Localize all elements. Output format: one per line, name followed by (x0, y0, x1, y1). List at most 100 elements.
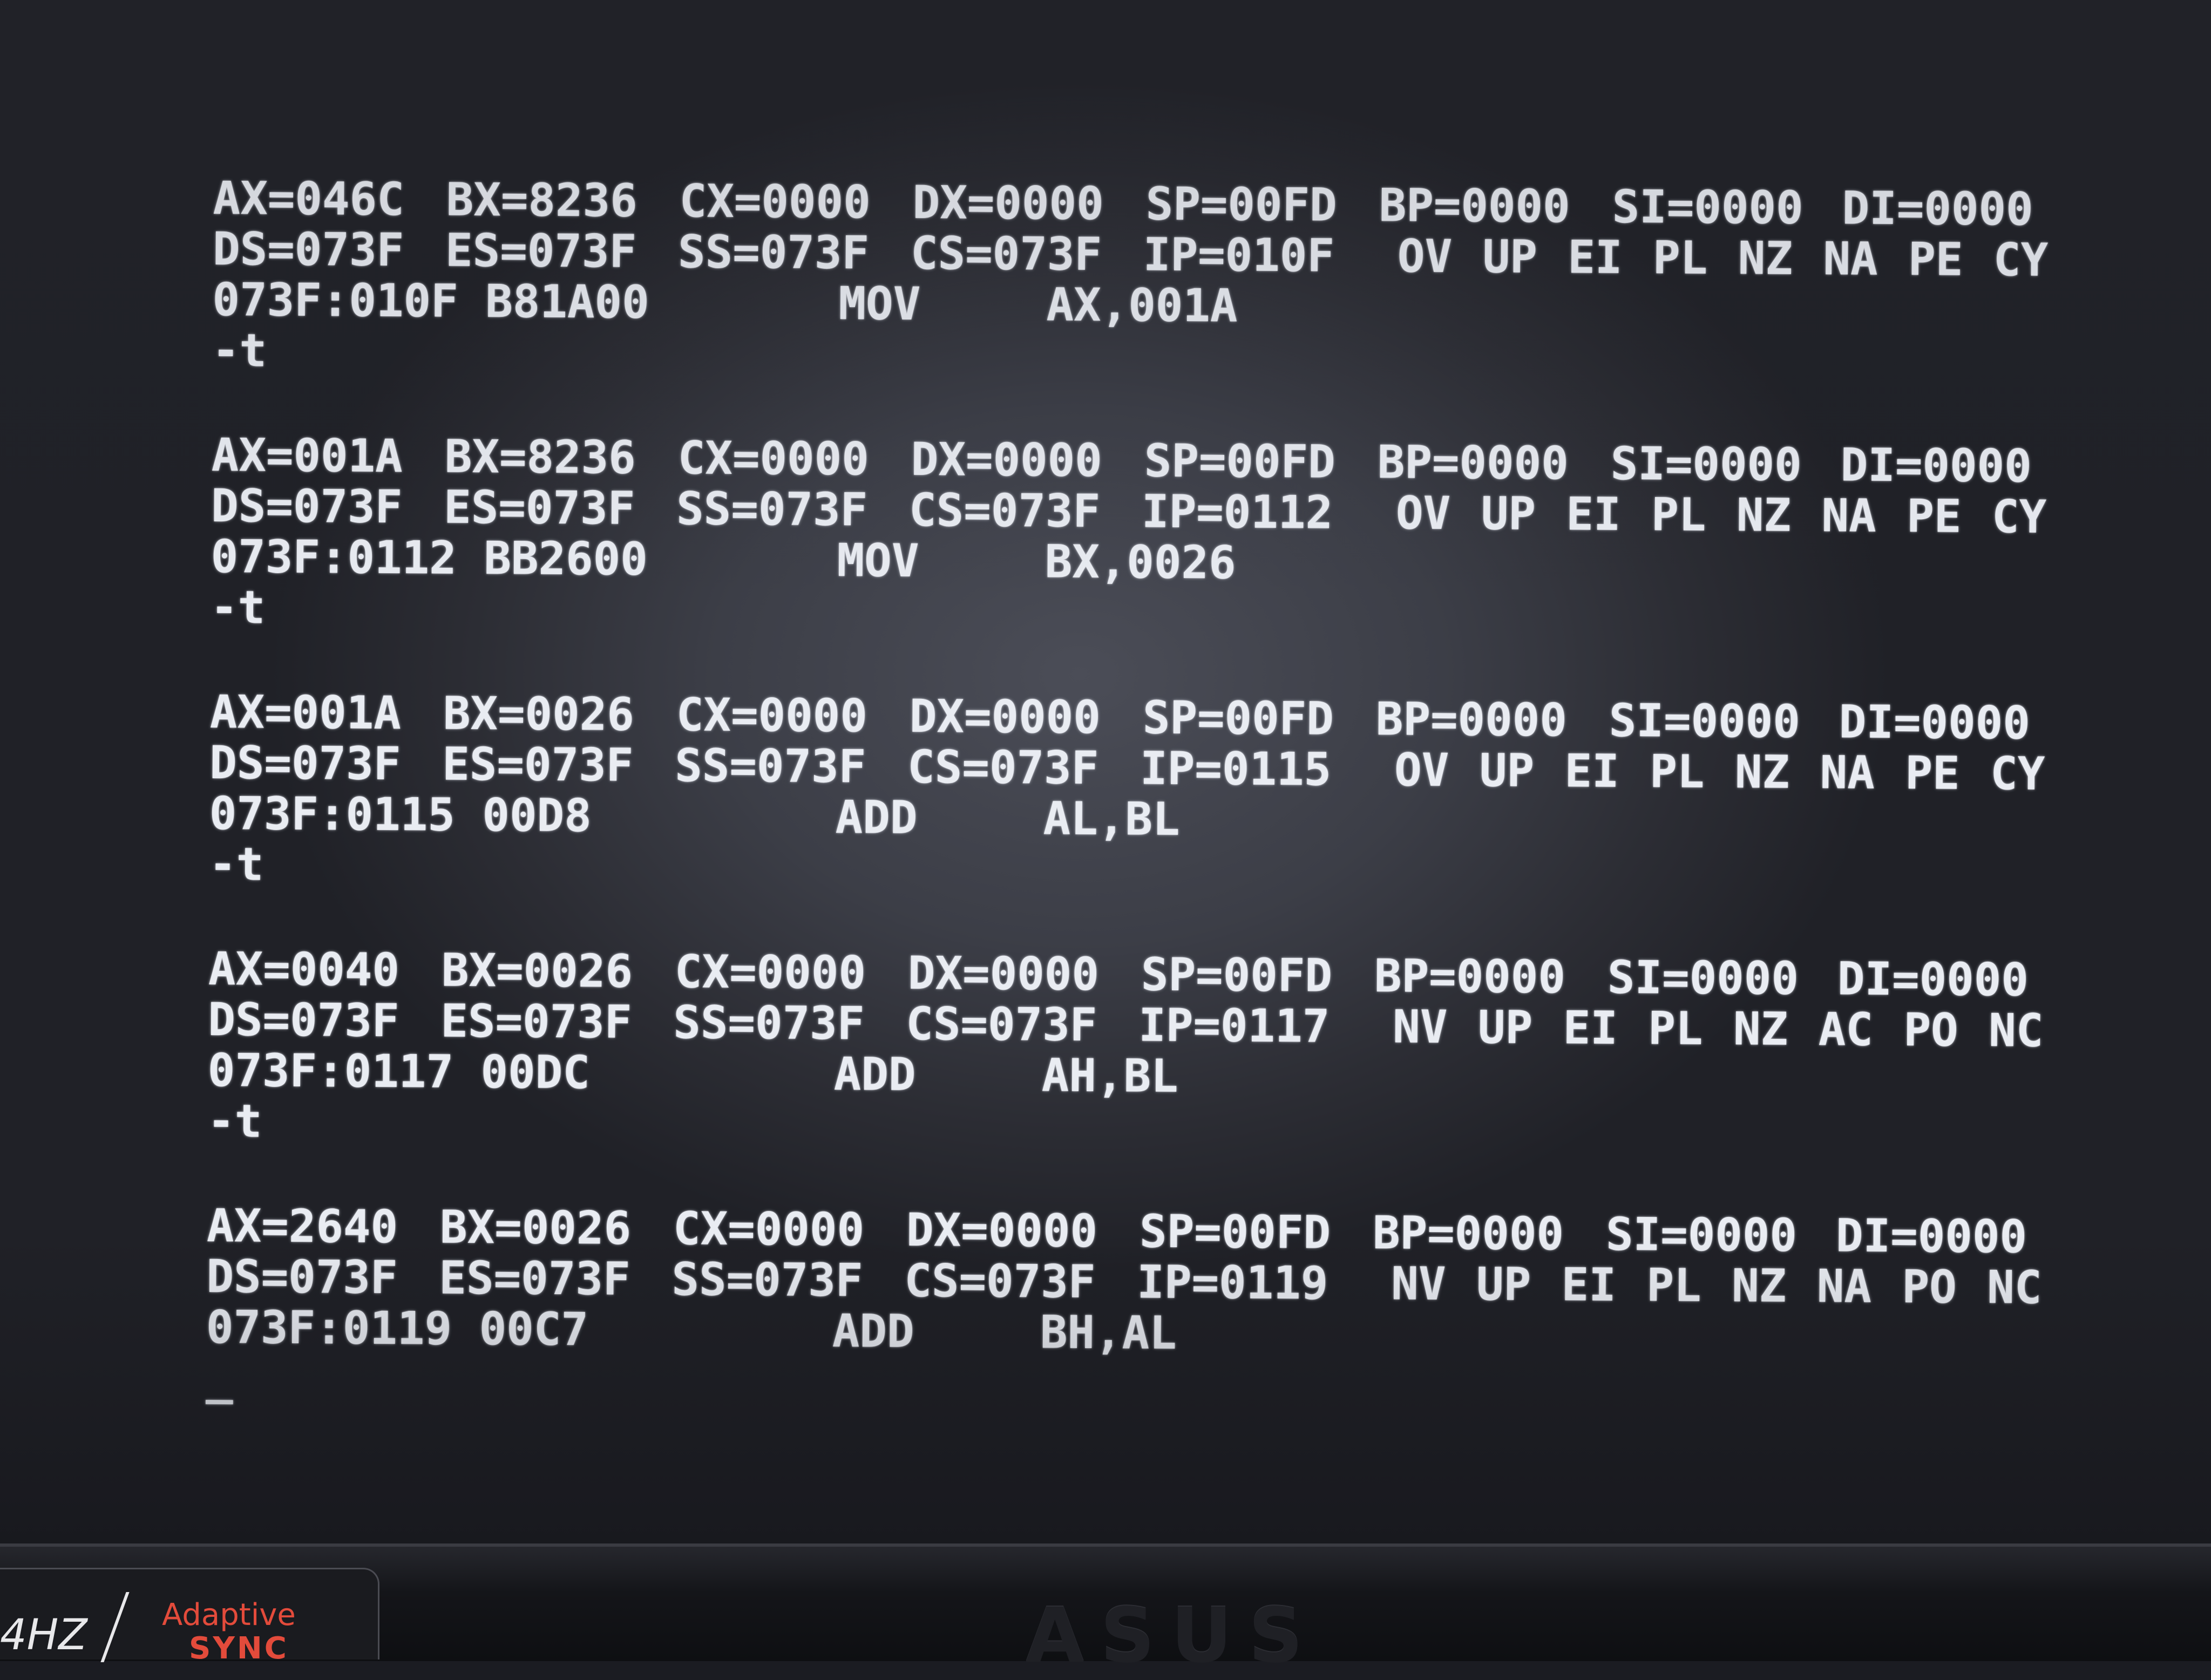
instruction-address: 073F:0119 00C7 (206, 1300, 589, 1356)
register-ss: SS=073F (674, 739, 866, 793)
register-bx: BX=0026 (443, 686, 635, 741)
register-cx: CX=0000 (673, 1202, 865, 1256)
prompt-cursor[interactable]: _ (206, 1351, 233, 1404)
register-cx: CX=0000 (677, 431, 870, 486)
prompt-command: -t (212, 323, 267, 377)
register-bp: BP=0000 (1379, 179, 1570, 233)
register-es: ES=073F (439, 1251, 630, 1305)
register-bp: BP=0000 (1377, 436, 1569, 490)
flags: OV UP EI PL NZ NA PE CY (1397, 229, 2049, 287)
register-bp: BP=0000 (1374, 949, 1566, 1004)
trace-step: AX=001A BX=0026 CX=0000 DX=0000 SP=00FD … (208, 685, 2045, 901)
register-ip: IP=0117 (1138, 998, 1330, 1053)
register-ss: SS=073F (677, 225, 870, 280)
register-cs: CS=073F (905, 997, 1097, 1052)
debug-console[interactable]: AX=046C BX=8236 CX=0000 DX=0000 SP=00FD … (205, 172, 2049, 1468)
register-bp: BP=0000 (1372, 1206, 1564, 1261)
register-ip: IP=0119 (1137, 1255, 1328, 1310)
register-si: SI=0000 (1605, 1207, 1798, 1262)
instruction-operands: BH,AL (1040, 1305, 1177, 1359)
register-bx: BX=8236 (444, 430, 636, 484)
register-cx: CX=0000 (676, 688, 868, 743)
register-cs: CS=073F (904, 1254, 1096, 1309)
register-cx: CX=0000 (674, 945, 866, 999)
instruction-mnemonic: ADD (835, 791, 918, 844)
register-ax: AX=001A (211, 428, 403, 483)
register-si: SI=0000 (1609, 693, 1801, 748)
command-prompt: -t (212, 323, 2048, 387)
register-es: ES=073F (445, 223, 637, 278)
adaptive-label: Adaptive (162, 1597, 296, 1633)
register-si: SI=0000 (1607, 950, 1799, 1005)
register-di: DI=0000 (1840, 438, 2032, 493)
instruction-mnemonic: MOV (837, 534, 919, 587)
register-sp: SP=00FD (1139, 1205, 1331, 1259)
register-dx: DX=0000 (906, 1203, 1098, 1258)
instruction-mnemonic: ADD (832, 1304, 914, 1358)
command-prompt: -t (210, 580, 2046, 644)
register-ds: DS=073F (208, 992, 399, 1048)
register-ss: SS=073F (673, 996, 865, 1050)
register-ax: AX=046C (213, 172, 405, 226)
refresh-rate-label: 4HZ (0, 1611, 87, 1659)
instruction-operands: AH,BL (1041, 1049, 1178, 1103)
command-prompt: -t (208, 837, 2045, 901)
register-ax: AX=2640 (206, 1199, 398, 1254)
prompt-command: -t (208, 837, 264, 891)
instruction-mnemonic: MOV (838, 277, 921, 331)
register-ss: SS=073F (676, 482, 868, 536)
instruction-mnemonic: ADD (833, 1048, 916, 1101)
register-sp: SP=00FD (1141, 948, 1333, 1002)
register-dx: DX=0000 (912, 175, 1104, 230)
instruction-operands: AL,BL (1043, 792, 1180, 846)
register-dx: DX=0000 (911, 432, 1103, 487)
register-cs: CS=073F (908, 483, 1101, 538)
register-sp: SP=00FD (1145, 177, 1337, 232)
register-bx: BX=0026 (441, 943, 633, 998)
register-ax: AX=0040 (208, 942, 400, 997)
sync-label: SYNC (189, 1631, 289, 1666)
register-si: SI=0000 (1612, 180, 1803, 234)
register-sp: SP=00FD (1144, 434, 1336, 488)
instruction-address: 073F:010F B81A00 (212, 273, 650, 329)
register-es: ES=073F (442, 737, 634, 792)
register-ds: DS=073F (211, 479, 403, 534)
command-prompt[interactable]: _ (206, 1351, 2042, 1414)
brand-logo: ASUS (1026, 1592, 1319, 1680)
register-es: ES=073F (440, 994, 632, 1049)
register-ax: AX=001A (209, 685, 402, 740)
trace-step: AX=046C BX=8236 CX=0000 DX=0000 SP=00FD … (212, 172, 2049, 387)
register-bx: BX=0026 (439, 1200, 632, 1255)
register-ss: SS=073F (672, 1253, 863, 1307)
instruction-address: 073F:0112 BB2600 (211, 529, 648, 586)
register-di: DI=0000 (1842, 181, 2033, 236)
trace-step: AX=001A BX=8236 CX=0000 DX=0000 SP=00FD … (210, 428, 2047, 644)
flags: OV UP EI PL NZ NA PE CY (1395, 486, 2047, 543)
register-di: DI=0000 (1837, 952, 2029, 1006)
register-si: SI=0000 (1610, 437, 1802, 491)
register-ds: DS=073F (206, 1249, 398, 1304)
register-ip: IP=0112 (1141, 485, 1333, 539)
instruction-address: 073F:0117 00DC (207, 1043, 591, 1099)
register-cs: CS=073F (910, 226, 1102, 281)
register-ip: IP=0115 (1140, 742, 1332, 796)
prompt-command: -t (210, 580, 266, 634)
register-bx: BX=8236 (446, 173, 638, 227)
register-di: DI=0000 (1835, 1209, 2027, 1263)
register-dx: DX=0000 (909, 689, 1101, 744)
register-dx: DX=0000 (907, 946, 1100, 1001)
flags: NV UP EI PL NZ AC PO NC (1392, 1000, 2044, 1057)
command-prompt: -t (207, 1094, 2043, 1158)
register-sp: SP=00FD (1142, 691, 1334, 745)
prompt-command: -t (207, 1094, 262, 1148)
flags: NV UP EI PL NZ NA PO NC (1391, 1257, 2042, 1314)
instruction-address: 073F:0115 00D8 (209, 786, 592, 842)
trace-step: AX=2640 BX=0026 CX=0000 DX=0000 SP=00FD … (206, 1199, 2042, 1414)
register-cs: CS=073F (907, 740, 1099, 795)
screen: AX=046C BX=8236 CX=0000 DX=0000 SP=00FD … (0, 0, 2211, 1543)
register-ds: DS=073F (209, 736, 401, 791)
instruction-operands: AX,001A (1046, 278, 1238, 332)
register-ip: IP=010F (1143, 228, 1335, 282)
register-bp: BP=0000 (1375, 692, 1568, 747)
trace-step: AX=0040 BX=0026 CX=0000 DX=0000 SP=00FD … (207, 942, 2044, 1158)
